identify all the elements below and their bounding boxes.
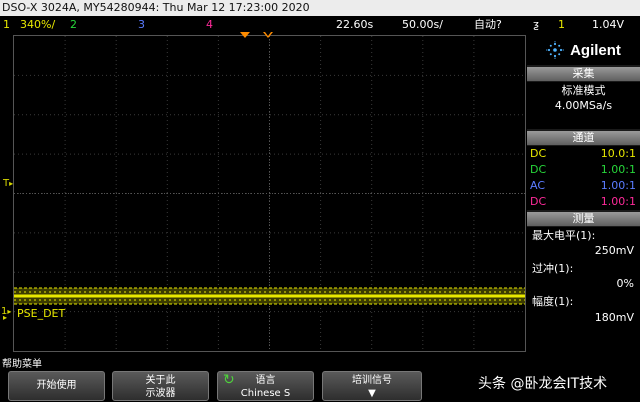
waveform-display[interactable]	[13, 35, 526, 352]
ch4-probe-ratio: 1.00:1	[600, 195, 636, 208]
language-button[interactable]: ↻ 语言 Chinese S	[217, 371, 314, 401]
meas-overshoot-value: 0%	[616, 277, 634, 290]
window-title: DSO-X 3024A, MY54280944: Thu Mar 12 17:2…	[0, 0, 640, 16]
language-value: Chinese S	[240, 388, 291, 399]
ch2-coupling: DC	[530, 163, 547, 176]
ch3-number[interactable]: 3	[138, 16, 145, 33]
trigger-mode[interactable]: 自动?	[474, 16, 502, 33]
trigger-level-marker: T▸	[3, 178, 14, 189]
submenu-arrow-icon: ▼	[368, 388, 376, 399]
time-reference-marker-hollow	[265, 32, 271, 36]
trigger-level[interactable]: 1.04V	[592, 16, 624, 33]
meas-amplitude-value: 180mV	[594, 311, 634, 324]
trigger-edge-icon: ƺ	[533, 18, 539, 31]
meas-overshoot-label: 过冲(1):	[532, 262, 574, 275]
ch3-coupling: AC	[530, 179, 546, 192]
about-oscilloscope-button[interactable]: 关于此 示波器	[112, 371, 209, 401]
rotate-knob-icon: ↻	[223, 372, 235, 388]
watermark: 头条 @卧龙会IT技术	[478, 376, 608, 392]
ch1-coupling: DC	[530, 147, 547, 160]
info-panel: Agilent 采集 标准模式 4.00MSa/s 通道 DC 10.0:1 D…	[527, 35, 640, 352]
ch4-coupling: DC	[530, 195, 547, 208]
acquisition-header: 采集	[527, 67, 640, 81]
signal-label: PSE_DET	[17, 307, 66, 320]
training-signals-label: 培训信号	[352, 375, 392, 386]
agilent-spark-icon	[546, 41, 564, 59]
meas-max-value: 250mV	[594, 244, 634, 257]
time-position[interactable]: 22.60s	[336, 16, 373, 33]
measurements-section: 最大电平(1): 250mV 过冲(1): 0% 幅度(1): 180mV	[527, 227, 640, 352]
trigger-position-marker[interactable]	[240, 32, 250, 38]
ch1-probe-ratio: 10.0:1	[600, 147, 636, 160]
acquisition-section: 标准模式 4.00MSa/s	[527, 82, 640, 129]
agilent-logo: Agilent	[527, 35, 640, 65]
about-line2: 示波器	[145, 388, 176, 399]
ch2-number[interactable]: 2	[70, 16, 77, 33]
ch1-ground-marker-b: ▸	[3, 313, 8, 322]
softkey-menu-title: 帮助菜单	[2, 359, 42, 370]
channels-header: 通道	[527, 131, 640, 145]
sample-rate: 4.00MSa/s	[554, 99, 613, 112]
graticule	[14, 36, 525, 351]
meas-max-label: 最大电平(1):	[532, 229, 596, 242]
meas-amplitude-label: 幅度(1):	[532, 295, 574, 308]
trigger-source: 1	[558, 18, 565, 31]
ch1-scale[interactable]: 340%/	[20, 16, 55, 33]
ch2-probe-ratio: 1.00:1	[600, 163, 636, 176]
measurements-header: 测量	[527, 212, 640, 226]
getting-started-button[interactable]: 开始使用	[8, 371, 105, 401]
about-line1: 关于此	[145, 375, 176, 386]
status-bar: 1 340%/ 2 3 4 22.60s 50.00s/ 自动? ƺ 1 1.0…	[0, 16, 640, 33]
time-scale[interactable]: 50.00s/	[402, 16, 443, 33]
ch3-probe-ratio: 1.00:1	[600, 179, 636, 192]
training-signals-button[interactable]: 培训信号 ▼	[322, 371, 422, 401]
ch1-number[interactable]: 1	[3, 16, 10, 33]
channels-section: DC 10.0:1 DC 1.00:1 AC 1.00:1 DC 1.00:1	[527, 146, 640, 210]
agilent-logo-text: Agilent	[570, 41, 621, 59]
acquisition-mode: 标准模式	[561, 84, 606, 97]
ch4-number[interactable]: 4	[206, 16, 213, 33]
